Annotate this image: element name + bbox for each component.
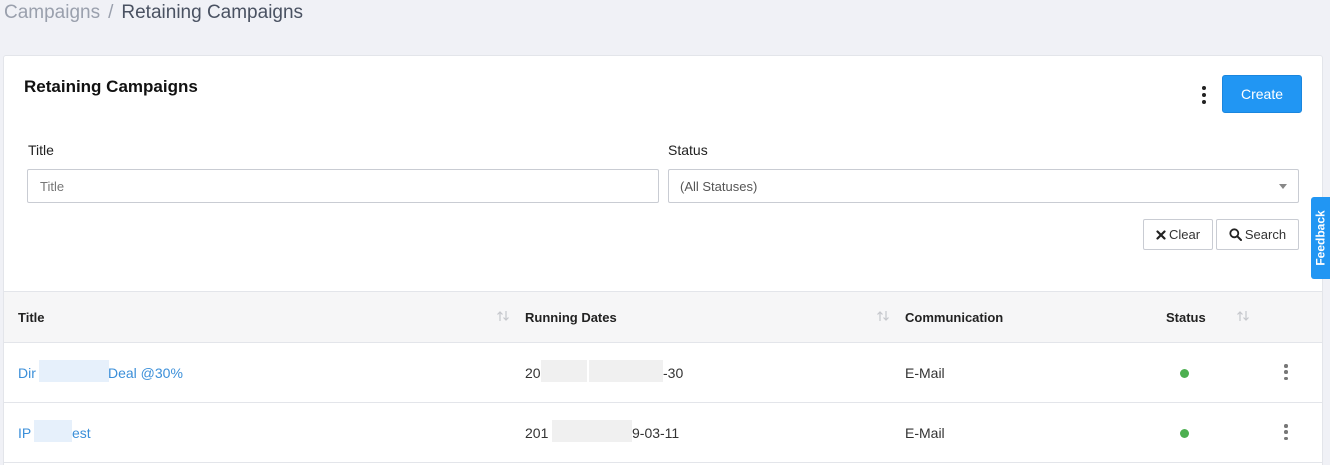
status-filter-label: Status (668, 142, 708, 158)
redacted-block (39, 360, 109, 382)
table-row: IP est 201 9-03-11 E-Mail (4, 403, 1322, 463)
breadcrumb-campaigns-link[interactable]: Campaigns (4, 2, 100, 24)
running-dates: -30 (663, 365, 684, 381)
redacted-block (541, 360, 587, 382)
title-filter-label: Title (28, 142, 54, 158)
title-filter-input[interactable] (27, 169, 659, 203)
campaign-title-link[interactable]: Dir (18, 365, 36, 381)
campaign-title-link[interactable]: est (72, 425, 91, 441)
sort-arrows-icon[interactable] (496, 310, 510, 322)
create-button[interactable]: Create (1222, 75, 1302, 113)
communication-type: E-Mail (905, 365, 945, 381)
redacted-block (589, 360, 663, 382)
campaign-title-link[interactable]: Deal @30% (108, 365, 183, 381)
row-actions-icon[interactable] (1283, 424, 1289, 440)
column-header-title[interactable]: Title (18, 310, 45, 325)
status-select-value: (All Statuses) (680, 178, 758, 194)
column-header-running-dates[interactable]: Running Dates (525, 310, 617, 325)
running-dates: 9-03-11 (632, 425, 680, 441)
feedback-tab[interactable]: Feedback (1311, 197, 1330, 279)
breadcrumb-current: Retaining Campaigns (121, 2, 304, 23)
running-dates: 20 (525, 365, 541, 381)
feedback-label: Feedback (1313, 210, 1328, 266)
more-options-icon[interactable] (1196, 86, 1212, 104)
column-header-communication: Communication (905, 310, 1004, 325)
table-row: Dir Deal @30% 20 -30 E-Mail (4, 343, 1322, 403)
chevron-down-icon (1279, 183, 1287, 189)
campaigns-card: Retaining Campaigns Create Title Status … (3, 55, 1323, 465)
search-button-label: Search (1244, 227, 1287, 242)
campaign-title-link[interactable]: IP (18, 425, 31, 441)
status-active-icon (1180, 369, 1189, 378)
breadcrumb: Campaigns / Retaining Campaigns (4, 2, 303, 24)
status-select[interactable]: (All Statuses) (668, 169, 1299, 203)
running-dates: 201 (525, 425, 549, 441)
card-title: Retaining Campaigns (24, 77, 198, 96)
redacted-block (552, 420, 632, 442)
sort-arrows-icon[interactable] (876, 310, 890, 322)
clear-button-label: Clear (1168, 227, 1201, 242)
search-icon (1229, 228, 1242, 241)
sort-arrows-icon[interactable] (1236, 310, 1250, 322)
column-header-status[interactable]: Status (1166, 310, 1206, 325)
communication-type: E-Mail (905, 425, 945, 441)
search-button[interactable]: Search (1216, 219, 1299, 250)
status-active-icon (1180, 429, 1189, 438)
close-icon (1156, 229, 1166, 240)
breadcrumb-separator: / (108, 2, 114, 23)
row-actions-icon[interactable] (1283, 364, 1289, 380)
clear-button[interactable]: Clear (1143, 219, 1213, 250)
table-header: Title Running Dates Communication Status (4, 291, 1322, 343)
redacted-block (34, 420, 72, 442)
